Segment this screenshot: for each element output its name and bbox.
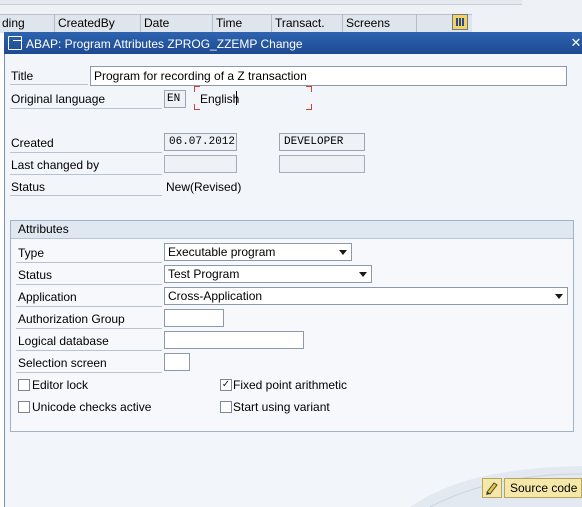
column-header-date[interactable]: Date [144, 16, 169, 30]
editor-lock-label: Editor lock [32, 378, 89, 392]
chevron-down-icon [339, 250, 347, 255]
created-user-field: DEVELOPER [279, 133, 365, 151]
column-separator [212, 14, 213, 32]
title-input[interactable]: Program for recording of a Z transaction [90, 66, 567, 86]
change-icon [8, 36, 22, 50]
last-changed-label: Last changed by [11, 158, 100, 172]
column-header-createdby[interactable]: CreatedBy [58, 16, 115, 30]
original-language-code-field: EN [164, 90, 186, 108]
status-dropdown-value: Test Program [168, 267, 240, 281]
column-separator [271, 14, 272, 32]
chevron-down-icon [555, 294, 563, 299]
last-changed-date-field [164, 155, 237, 173]
fixed-point-checkbox[interactable]: ✓ [220, 379, 232, 391]
original-language-underline [10, 108, 162, 109]
column-header-recording[interactable]: ding [2, 16, 25, 30]
status-underline [10, 195, 162, 196]
selection-screen-label: Selection screen [18, 356, 107, 370]
application-dropdown[interactable]: Cross-Application [164, 287, 568, 305]
type-underline [16, 262, 162, 263]
authorization-group-underline [16, 328, 162, 329]
close-icon[interactable]: ✕ [568, 34, 582, 52]
application-underline [16, 306, 162, 307]
background-topline [0, 0, 522, 5]
created-date-field: 06.07.2012 [164, 133, 237, 151]
attributes-group-header [11, 221, 573, 239]
status-value: New(Revised) [166, 180, 242, 194]
selection-screen-underline [16, 372, 162, 373]
column-header-screens[interactable]: Screens [346, 16, 390, 30]
layout-settings-icon[interactable] [452, 14, 468, 30]
application-dropdown-value: Cross-Application [168, 289, 263, 303]
status-dropdown[interactable]: Test Program [164, 265, 372, 283]
unicode-checks-label: Unicode checks active [32, 400, 152, 414]
dialog-title: ABAP: Program Attributes ZPROG_ZZEMP Cha… [26, 37, 303, 51]
last-changed-user-field [279, 155, 365, 173]
editor-lock-checkbox[interactable] [18, 379, 30, 391]
logical-database-underline [16, 350, 162, 351]
type-label: Type [18, 246, 45, 260]
created-label: Created [11, 136, 54, 150]
start-variant-label: Start using variant [233, 400, 330, 414]
source-code-button[interactable]: Source code [504, 478, 582, 498]
last-changed-underline [10, 174, 162, 175]
logical-database-input[interactable] [164, 331, 304, 349]
column-separator [54, 14, 55, 32]
attr-status-underline [16, 284, 162, 285]
type-dropdown-value: Executable program [168, 245, 276, 259]
column-header-time[interactable]: Time [216, 16, 242, 30]
status-label: Status [11, 180, 46, 194]
authorization-group-label: Authorization Group [18, 312, 125, 326]
authorization-group-input[interactable] [164, 309, 224, 327]
application-label: Application [18, 290, 77, 304]
column-separator [140, 14, 141, 32]
created-underline [10, 152, 162, 153]
attributes-group-title: Attributes [18, 222, 69, 236]
unicode-checks-checkbox[interactable] [18, 401, 30, 413]
pencil-icon [486, 482, 498, 495]
text-cursor [236, 91, 237, 105]
edit-button[interactable] [482, 478, 502, 498]
language-text-value: English [200, 92, 240, 106]
title-label-underline [10, 84, 88, 85]
start-variant-checkbox[interactable] [220, 401, 232, 413]
chevron-down-icon [359, 272, 367, 277]
column-separator [342, 14, 343, 32]
title-label: Title [11, 69, 34, 83]
original-language-label: Original language [11, 92, 106, 106]
column-separator [416, 14, 417, 32]
logical-database-label: Logical database [18, 334, 109, 348]
type-dropdown[interactable]: Executable program [164, 243, 352, 261]
fixed-point-label: Fixed point arithmetic [233, 378, 348, 392]
column-header-transaction[interactable]: Transact. [275, 16, 325, 30]
selection-screen-input[interactable] [164, 353, 190, 371]
attr-status-label: Status [18, 268, 53, 282]
